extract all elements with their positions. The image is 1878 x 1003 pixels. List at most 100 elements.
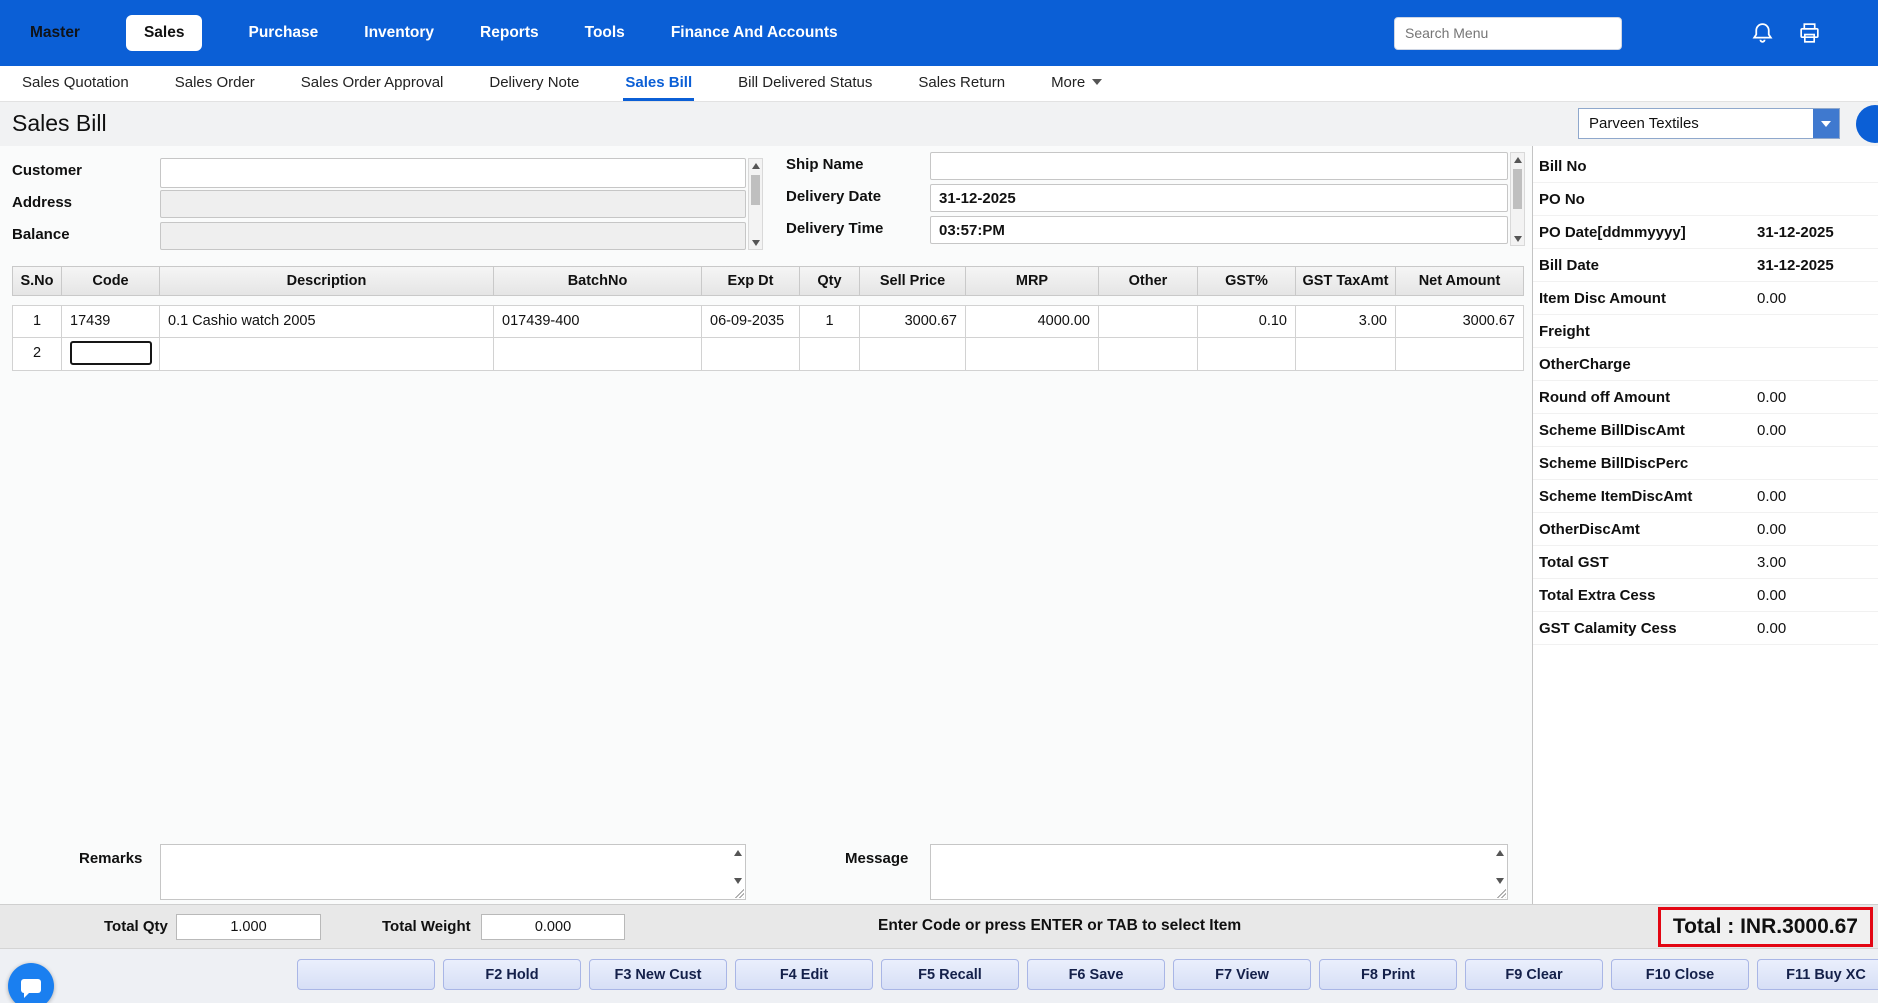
- function-button[interactable]: F5 Recall: [881, 959, 1019, 990]
- cell-netamount[interactable]: [1396, 338, 1524, 371]
- resize-grip-icon[interactable]: [1495, 887, 1506, 898]
- summary-row[interactable]: Total GST 3.00: [1533, 546, 1878, 579]
- search-input[interactable]: [1394, 17, 1622, 50]
- summary-row[interactable]: OtherCharge: [1533, 348, 1878, 381]
- summary-row[interactable]: Freight: [1533, 315, 1878, 348]
- ship-name-input[interactable]: [930, 152, 1508, 180]
- scroll-up-icon[interactable]: [749, 159, 762, 172]
- function-button[interactable]: [297, 959, 435, 990]
- customer-block-scrollbar[interactable]: [748, 158, 763, 250]
- cell-sellprice[interactable]: [860, 338, 966, 371]
- cell-sno[interactable]: 1: [12, 305, 62, 338]
- cell-other[interactable]: [1099, 305, 1198, 338]
- topnav-item[interactable]: Purchase: [248, 24, 318, 42]
- help-circle-icon[interactable]: [1856, 105, 1878, 143]
- scrollbar-thumb[interactable]: [1513, 169, 1522, 209]
- notifications-bell-icon[interactable]: [1750, 21, 1775, 46]
- cell-expdt[interactable]: [702, 338, 800, 371]
- cell-code[interactable]: 17439: [62, 305, 160, 338]
- subnav-item-more[interactable]: More: [1049, 66, 1104, 101]
- topnav-item[interactable]: Master: [30, 24, 80, 42]
- cell-gsttaxamt[interactable]: 3.00: [1296, 305, 1396, 338]
- scrollbar-thumb[interactable]: [751, 175, 760, 205]
- remarks-textarea[interactable]: [160, 844, 746, 900]
- ship-block-scrollbar[interactable]: [1510, 152, 1525, 246]
- subnav-item[interactable]: Sales Return: [916, 66, 1007, 101]
- subnav-item[interactable]: Bill Delivered Status: [736, 66, 874, 101]
- summary-row[interactable]: Round off Amount 0.00: [1533, 381, 1878, 414]
- topnav-item[interactable]: Tools: [585, 24, 625, 42]
- code-input-focused[interactable]: [70, 341, 152, 365]
- scroll-up-icon[interactable]: [1511, 153, 1524, 166]
- function-button[interactable]: F4 Edit: [735, 959, 873, 990]
- cell-description[interactable]: [160, 338, 494, 371]
- company-selector-dropdown-button[interactable]: [1813, 109, 1839, 138]
- function-button[interactable]: F6 Save: [1027, 959, 1165, 990]
- cell-mrp[interactable]: [966, 338, 1099, 371]
- topnav-item[interactable]: Sales: [126, 15, 203, 51]
- resize-grip-icon[interactable]: [733, 887, 744, 898]
- summary-row[interactable]: Scheme BillDiscPerc: [1533, 447, 1878, 480]
- cell-qty[interactable]: 1: [800, 305, 860, 338]
- cell-qty[interactable]: [800, 338, 860, 371]
- scroll-down-icon[interactable]: [731, 874, 744, 887]
- function-button[interactable]: F9 Clear: [1465, 959, 1603, 990]
- function-button[interactable]: F10 Close: [1611, 959, 1749, 990]
- summary-row[interactable]: Total Extra Cess 0.00: [1533, 579, 1878, 612]
- function-button[interactable]: F11 Buy XC: [1757, 959, 1878, 990]
- cell-gsttaxamt[interactable]: [1296, 338, 1396, 371]
- subnav-item[interactable]: Delivery Note: [487, 66, 581, 101]
- function-button[interactable]: F2 Hold: [443, 959, 581, 990]
- function-button[interactable]: F7 View: [1173, 959, 1311, 990]
- subnav-item[interactable]: Sales Quotation: [20, 66, 131, 101]
- summary-row[interactable]: Scheme ItemDiscAmt 0.00: [1533, 480, 1878, 513]
- scroll-down-icon[interactable]: [749, 236, 762, 249]
- cell-batchno[interactable]: [494, 338, 702, 371]
- summary-row[interactable]: PO Date[ddmmyyyy] 31-12-2025: [1533, 216, 1878, 249]
- cell-gstpct[interactable]: 0.10: [1198, 305, 1296, 338]
- summary-row[interactable]: Bill Date 31-12-2025: [1533, 249, 1878, 282]
- main-content: Customer Address Balance Ship Name Deliv…: [0, 146, 1878, 904]
- company-selector[interactable]: Parveen Textiles: [1578, 108, 1840, 139]
- topnav-item[interactable]: Finance And Accounts: [671, 24, 838, 42]
- subnav-item[interactable]: Sales Bill: [623, 66, 694, 101]
- scroll-up-icon[interactable]: [1493, 846, 1506, 859]
- summary-row[interactable]: GST Calamity Cess 0.00: [1533, 612, 1878, 645]
- cell-description[interactable]: 0.1 Cashio watch 2005: [160, 305, 494, 338]
- function-button[interactable]: F8 Print: [1319, 959, 1457, 990]
- summary-row[interactable]: Item Disc Amount 0.00: [1533, 282, 1878, 315]
- subnav-item[interactable]: Sales Order: [173, 66, 257, 101]
- cell-mrp[interactable]: 4000.00: [966, 305, 1099, 338]
- scroll-down-icon[interactable]: [1493, 874, 1506, 887]
- subnav-item[interactable]: Sales Order Approval: [299, 66, 446, 101]
- summary-value: 0.00: [1757, 521, 1786, 538]
- summary-row[interactable]: Scheme BillDiscAmt 0.00: [1533, 414, 1878, 447]
- customer-input[interactable]: [160, 158, 746, 188]
- delivery-time-input[interactable]: [930, 216, 1508, 244]
- cell-netamount[interactable]: 3000.67: [1396, 305, 1524, 338]
- cell-batchno[interactable]: 017439-400: [494, 305, 702, 338]
- cell-expdt[interactable]: 06-09-2035: [702, 305, 800, 338]
- summary-row[interactable]: Bill No: [1533, 150, 1878, 183]
- total-qty-input[interactable]: [176, 914, 321, 940]
- cell-sellprice[interactable]: 3000.67: [860, 305, 966, 338]
- summary-label: Freight: [1539, 323, 1590, 340]
- delivery-date-input[interactable]: [930, 184, 1508, 212]
- function-button[interactable]: F3 New Cust: [589, 959, 727, 990]
- message-textarea[interactable]: [930, 844, 1508, 900]
- cell-sno[interactable]: 2: [12, 338, 62, 371]
- chat-widget-button[interactable]: [8, 963, 54, 1003]
- summary-row[interactable]: PO No: [1533, 183, 1878, 216]
- cell-code[interactable]: [62, 338, 160, 371]
- topnav-item[interactable]: Inventory: [364, 24, 434, 42]
- topnav-item[interactable]: Reports: [480, 24, 539, 42]
- cell-other[interactable]: [1099, 338, 1198, 371]
- printer-icon[interactable]: [1797, 21, 1822, 46]
- scroll-up-icon[interactable]: [731, 846, 744, 859]
- summary-value: 0.00: [1757, 620, 1786, 637]
- summary-row[interactable]: OtherDiscAmt 0.00: [1533, 513, 1878, 546]
- scroll-down-icon[interactable]: [1511, 232, 1524, 245]
- total-weight-input[interactable]: [481, 914, 625, 940]
- cell-gstpct[interactable]: [1198, 338, 1296, 371]
- summary-label: GST Calamity Cess: [1539, 620, 1677, 637]
